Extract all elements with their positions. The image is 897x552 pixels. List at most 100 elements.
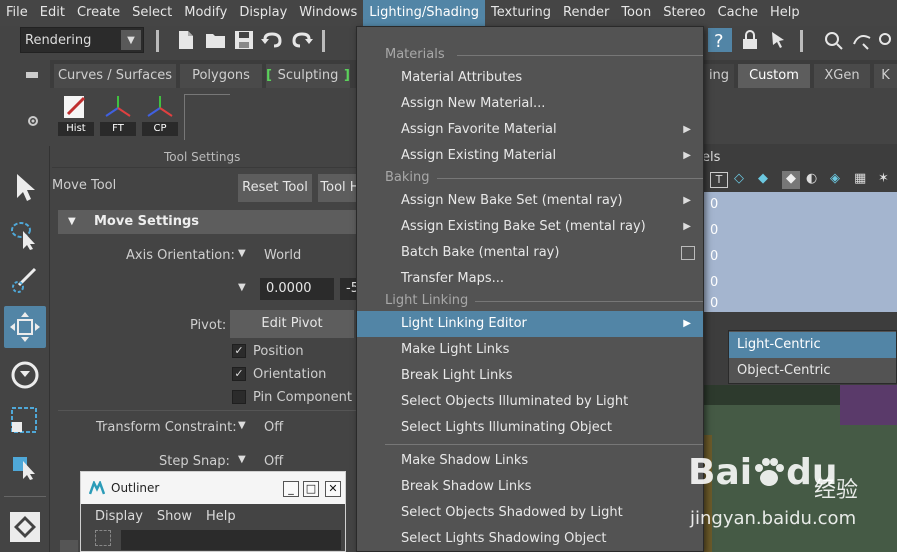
menu-item-select-lights-illuminating[interactable]: Select Lights Illuminating Object — [357, 415, 703, 441]
tab-sculpting[interactable]: [ Sculpting ] — [266, 64, 350, 88]
tab-custom[interactable]: Custom — [738, 64, 810, 88]
move-tool-button[interactable] — [4, 306, 46, 348]
undo-icon[interactable] — [260, 28, 284, 52]
menu-select[interactable]: Select — [126, 0, 178, 26]
menu-cache[interactable]: Cache — [712, 0, 764, 26]
menu-item-light-centric[interactable]: Light-Centric — [729, 332, 896, 358]
menu-item-assign-existing-bake-set[interactable]: Assign Existing Bake Set (mental ray) ▶ — [357, 214, 703, 240]
outliner-menu-help[interactable]: Help — [206, 509, 236, 524]
menu-texturing[interactable]: Texturing — [485, 0, 557, 26]
channel-row[interactable]: 0 — [700, 270, 897, 296]
lock-icon[interactable] — [738, 28, 762, 52]
wireframe-cube-icon[interactable]: ◇ — [734, 171, 752, 189]
position-checkbox[interactable]: ✓ — [232, 344, 246, 358]
outliner-menu-show[interactable]: Show — [157, 509, 192, 524]
pin-component-checkbox[interactable] — [232, 390, 246, 404]
maya-logo-icon — [89, 481, 105, 495]
axis-orientation-value[interactable]: World — [264, 248, 301, 263]
menu-create[interactable]: Create — [71, 0, 126, 26]
redo-icon[interactable] — [290, 28, 314, 52]
menu-item-make-light-links[interactable]: Make Light Links — [357, 337, 703, 363]
new-scene-icon[interactable] — [174, 28, 198, 52]
menu-item-assign-new-bake-set[interactable]: Assign New Bake Set (mental ray) ▶ — [357, 188, 703, 214]
step-snap-value[interactable]: Off — [264, 454, 283, 469]
menu-item-light-linking-editor[interactable]: Light Linking Editor ▶ — [357, 311, 703, 337]
axis-numeric-field[interactable]: 0.0000 — [260, 278, 334, 300]
menu-windows[interactable]: Windows — [293, 0, 363, 26]
paint-select-tool-button[interactable] — [4, 260, 46, 302]
menu-item-break-shadow-links[interactable]: Break Shadow Links — [357, 474, 703, 500]
tab-xgen[interactable]: XGen — [814, 64, 870, 88]
close-button[interactable]: ✕ — [325, 481, 341, 497]
move-settings-section[interactable]: ▼ Move Settings — [58, 210, 358, 234]
tab-polygons[interactable]: Polygons — [180, 64, 262, 88]
tab-rendering-partial[interactable]: ing — [704, 64, 734, 88]
menu-stereo[interactable]: Stereo — [657, 0, 711, 26]
tab-curves-surfaces[interactable]: Curves / Surfaces — [54, 64, 176, 88]
menu-help[interactable]: Help — [764, 0, 806, 26]
snap-to-grid-icon[interactable] — [822, 28, 846, 52]
axis-icon — [147, 96, 173, 117]
text-icon[interactable]: T — [710, 172, 728, 188]
minimize-button[interactable]: _ — [283, 481, 299, 497]
material-icon[interactable]: ◐ — [806, 171, 824, 189]
edit-pivot-button[interactable]: Edit Pivot — [230, 310, 354, 338]
save-scene-icon[interactable] — [232, 28, 256, 52]
shelf-menu-icon[interactable] — [26, 72, 38, 78]
menu-modify[interactable]: Modify — [178, 0, 233, 26]
center-pivot-button[interactable]: CP — [142, 92, 178, 136]
history-button[interactable]: Hist — [58, 92, 94, 136]
option-box-icon[interactable] — [681, 246, 695, 260]
menu-edit[interactable]: Edit — [34, 0, 71, 26]
maximize-button[interactable]: □ — [303, 481, 319, 497]
checker-icon[interactable]: ▦ — [854, 171, 872, 189]
snap-to-curve-icon[interactable] — [850, 28, 874, 52]
freeze-transform-button[interactable]: FT — [100, 92, 136, 136]
select-by-handle-icon[interactable] — [766, 28, 790, 52]
menu-item-label: Light Linking Editor — [401, 316, 527, 331]
layout-button[interactable] — [4, 506, 46, 548]
menu-item-object-centric[interactable]: Object-Centric — [729, 358, 896, 384]
reset-tool-button[interactable]: Reset Tool — [238, 174, 312, 202]
menu-lighting-shading[interactable]: Lighting/Shading — [363, 0, 486, 26]
menu-item-assign-new-material[interactable]: Assign New Material... — [357, 91, 703, 117]
menu-render[interactable]: Render — [557, 0, 615, 26]
orientation-checkbox[interactable]: ✓ — [232, 367, 246, 381]
menu-item-select-objects-illuminated[interactable]: Select Objects Illuminated by Light — [357, 389, 703, 415]
select-tool-button[interactable] — [4, 166, 46, 208]
outliner-menu-display[interactable]: Display — [95, 509, 143, 524]
shaded-cube-icon[interactable]: ◆ — [758, 171, 776, 189]
rotate-tool-button[interactable] — [4, 354, 46, 396]
menu-item-select-lights-shadowing[interactable]: Select Lights Shadowing Object — [357, 526, 703, 552]
light-icon[interactable]: ✶ — [878, 171, 896, 189]
texture-cube-icon[interactable]: ◆ — [782, 171, 800, 189]
scale-tool-button[interactable] — [4, 400, 46, 442]
open-scene-icon[interactable] — [204, 28, 228, 52]
menu-item-material-attributes[interactable]: Material Attributes — [357, 65, 703, 91]
channel-row[interactable]: 0 — [700, 296, 897, 312]
last-tool-button[interactable] — [4, 446, 46, 488]
menu-item-assign-existing-material[interactable]: Assign Existing Material ▶ — [357, 143, 703, 169]
gear-icon[interactable] — [26, 114, 40, 128]
channel-row[interactable]: 0 — [700, 218, 897, 244]
menu-display[interactable]: Display — [233, 0, 293, 26]
menu-item-transfer-maps[interactable]: Transfer Maps... — [357, 266, 703, 292]
uv-icon[interactable]: ◈ — [830, 171, 848, 189]
channel-row[interactable]: 0 — [700, 192, 897, 218]
menu-file[interactable]: File — [0, 0, 34, 26]
menu-item-break-light-links[interactable]: Break Light Links — [357, 363, 703, 389]
menu-item-batch-bake[interactable]: Batch Bake (mental ray) — [357, 240, 703, 266]
lasso-tool-button[interactable] — [4, 214, 46, 256]
menu-set-dropdown[interactable]: Rendering ▼ — [20, 27, 144, 53]
snap-to-point-icon[interactable] — [874, 28, 897, 52]
menu-item-select-objects-shadowed[interactable]: Select Objects Shadowed by Light — [357, 500, 703, 526]
tab-partial[interactable]: K — [874, 64, 897, 88]
menu-item-assign-favorite-material[interactable]: Assign Favorite Material ▶ — [357, 117, 703, 143]
transform-constraint-value[interactable]: Off — [264, 420, 283, 435]
menu-toon[interactable]: Toon — [615, 0, 657, 26]
outliner-search-input[interactable] — [121, 530, 341, 550]
channel-row[interactable]: 0 — [700, 244, 897, 270]
menu-item-make-shadow-links[interactable]: Make Shadow Links — [357, 448, 703, 474]
expand-arrow-icon[interactable] — [60, 540, 78, 552]
help-line-icon[interactable]: ? — [708, 28, 732, 52]
